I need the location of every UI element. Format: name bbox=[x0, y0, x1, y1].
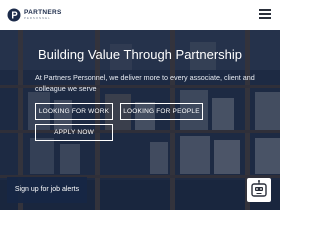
site-logo[interactable]: PARTNERS PERSONNEL bbox=[7, 5, 62, 25]
hero-section: Building Value Through Partnership At Pa… bbox=[0, 30, 280, 210]
chatbot-button[interactable] bbox=[247, 178, 271, 202]
hero-title: Building Value Through Partnership bbox=[37, 47, 243, 62]
page: PARTNERS PERSONNEL Building Value Throug… bbox=[0, 0, 280, 210]
job-alerts-button[interactable]: Sign up for job alerts bbox=[7, 177, 87, 203]
site-header: PARTNERS PERSONNEL bbox=[0, 0, 280, 30]
looking-for-work-button[interactable]: LOOKING FOR WORK bbox=[35, 103, 113, 120]
hero-description: At Partners Personnel, we deliver more t… bbox=[35, 73, 255, 93]
hamburger-menu-icon[interactable] bbox=[258, 8, 272, 20]
partners-logo-icon bbox=[7, 8, 21, 22]
chatbot-icon bbox=[251, 180, 267, 197]
apply-now-button[interactable]: APPLY NOW bbox=[35, 124, 113, 141]
logo-subtitle: PERSONNEL bbox=[24, 16, 51, 21]
logo-text: PARTNERS PERSONNEL bbox=[24, 9, 62, 21]
looking-for-people-button[interactable]: LOOKING FOR PEOPLE bbox=[120, 103, 203, 120]
